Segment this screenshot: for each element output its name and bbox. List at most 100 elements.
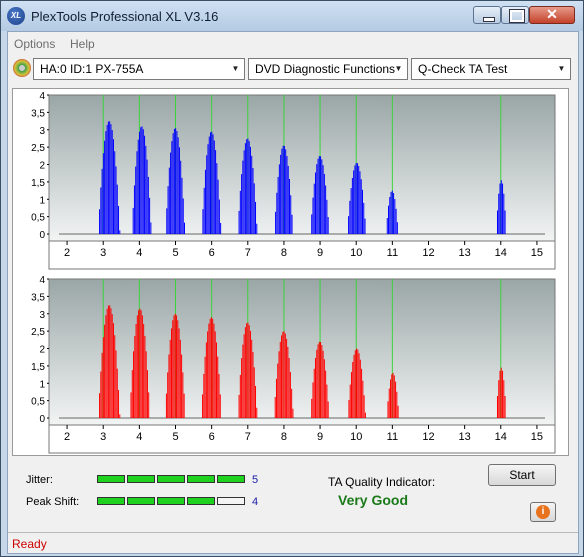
histogram-bar — [141, 126, 143, 235]
drive-select[interactable]: HA:0 ID:1 PX-755A ▼ — [33, 58, 245, 80]
histogram-bar — [135, 323, 137, 419]
histogram-bar — [396, 222, 398, 235]
meter-segment — [97, 497, 125, 505]
histogram-bar — [311, 398, 313, 419]
histogram-bar — [498, 193, 500, 235]
histogram-bar — [354, 350, 356, 419]
histogram-bar — [242, 160, 244, 235]
x-tick-label: 14 — [495, 431, 507, 443]
test-select[interactable]: Q-Check TA Test ▼ — [411, 58, 571, 80]
histogram-bar — [118, 205, 120, 235]
x-tick-label: 8 — [281, 431, 287, 443]
histogram-bar — [285, 149, 287, 235]
histogram-bar — [286, 338, 288, 419]
histogram-bar — [112, 139, 114, 235]
histogram-bar — [503, 193, 505, 235]
histogram-bar — [104, 324, 106, 419]
histogram-bar — [349, 384, 351, 419]
histogram-bar — [238, 394, 240, 419]
histogram-bar — [321, 344, 323, 419]
histogram-bar — [274, 396, 276, 419]
meter-segment — [187, 475, 215, 483]
histogram-bar — [317, 158, 319, 235]
histogram-bar — [357, 349, 359, 419]
histogram-bar — [255, 201, 257, 235]
histogram-bar — [359, 359, 361, 419]
y-tick-label: 4 — [39, 91, 45, 102]
histogram-bar — [110, 308, 112, 419]
info-icon: i — [536, 505, 550, 519]
histogram-bar — [327, 217, 329, 235]
histogram-bar — [208, 323, 210, 419]
histogram-bar — [364, 218, 366, 235]
meter-segment — [157, 475, 185, 483]
x-tick-label: 7 — [245, 431, 251, 443]
histogram-bar — [323, 173, 325, 235]
histogram-bar — [183, 222, 185, 235]
meter-segment — [127, 475, 155, 483]
function-select[interactable]: DVD Diagnostic Functions ▼ — [248, 58, 408, 80]
histogram-bar — [213, 323, 215, 419]
histogram-bar — [118, 389, 120, 419]
histogram-bar — [173, 315, 175, 419]
histogram-bar — [241, 174, 243, 235]
x-tick-label: 5 — [172, 431, 178, 443]
histogram-bar — [313, 183, 315, 235]
ta-quality-label: TA Quality Indicator: — [328, 475, 436, 489]
x-tick-label: 10 — [350, 431, 362, 443]
x-axis-band — [48, 424, 556, 454]
x-tick-label: 2 — [64, 247, 70, 259]
menu-options[interactable]: Options — [14, 37, 55, 51]
info-button[interactable]: i — [530, 502, 556, 522]
histogram-bar — [363, 395, 365, 419]
histogram-bar — [106, 308, 108, 419]
histogram-bar — [387, 401, 389, 419]
close-button[interactable]: ✕ — [529, 6, 575, 24]
histogram-bar — [182, 372, 184, 419]
histogram-bar — [100, 187, 102, 235]
y-tick-label: 2 — [39, 161, 45, 172]
histogram-bar — [502, 370, 504, 419]
histogram-bar — [102, 337, 104, 419]
histogram-bar — [210, 132, 212, 235]
histogram-bar — [218, 373, 220, 419]
meter-segment — [157, 497, 185, 505]
app-logo-icon: XL — [7, 7, 25, 25]
function-select-value: DVD Diagnostic Functions — [255, 62, 396, 76]
histogram-bar — [244, 143, 246, 235]
x-tick-label: 2 — [64, 431, 70, 443]
histogram-bar — [392, 372, 394, 419]
histogram-bar — [251, 339, 253, 419]
histogram-bar — [220, 222, 222, 235]
ta-quality-value: Very Good — [338, 492, 409, 508]
x-tick-label: 4 — [136, 431, 142, 443]
histogram-bar — [359, 171, 361, 235]
start-button[interactable]: Start — [488, 464, 556, 486]
x-tick-label: 11 — [387, 431, 398, 443]
histogram-bar — [215, 342, 217, 419]
histogram-bar — [499, 183, 501, 235]
histogram-bar — [283, 331, 285, 419]
histogram-bar — [276, 192, 278, 235]
histogram-bar — [106, 124, 108, 235]
menu-help[interactable]: Help — [70, 37, 95, 51]
histogram-bar — [210, 317, 212, 419]
chevron-down-icon: ▼ — [231, 64, 240, 73]
app-window: XL PlexTools Professional XL V3.16 ✕ Opt… — [0, 0, 584, 557]
histogram-bar — [249, 146, 251, 235]
y-tick-label: 0,5 — [31, 397, 45, 408]
histogram-bar — [361, 368, 363, 419]
histogram-bar — [105, 315, 107, 419]
histogram-bar — [132, 207, 134, 235]
histogram-bar — [202, 394, 204, 419]
maximize-button[interactable] — [501, 6, 529, 24]
histogram-bar — [395, 208, 397, 235]
histogram-bar — [167, 372, 169, 419]
histogram-bar — [355, 163, 357, 235]
histogram-bar — [243, 334, 245, 419]
histogram-bar — [289, 371, 291, 419]
histogram-bar — [275, 378, 277, 419]
histogram-bar — [144, 135, 146, 235]
title-bar[interactable]: XL PlexTools Professional XL V3.16 ✕ — [1, 1, 583, 31]
minimize-button[interactable] — [473, 6, 501, 24]
